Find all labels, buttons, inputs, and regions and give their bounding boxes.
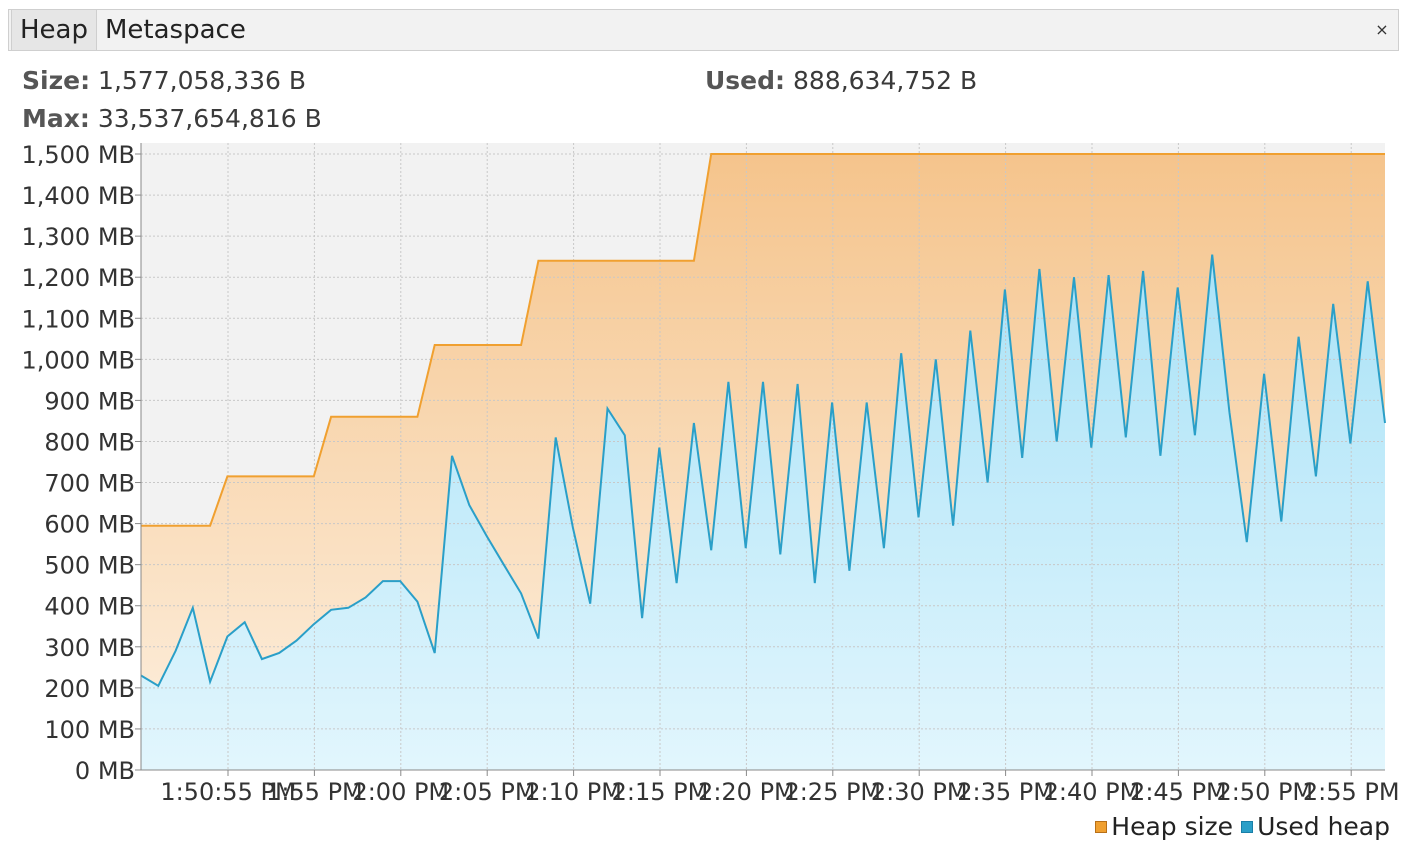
y-tick-label: 400 MB bbox=[44, 593, 135, 621]
y-tick-label: 1,300 MB bbox=[21, 223, 135, 251]
heap-chart: 0 MB 100 MB 200 MB 300 MB 400 MB 500 MB 600 MB… bbox=[21, 141, 1400, 806]
y-tick-label: 1,400 MB bbox=[21, 182, 135, 210]
legend-heap-size: Heap size bbox=[1095, 812, 1233, 841]
y-tick-label: 700 MB bbox=[44, 470, 135, 498]
y-tick-label: 1,000 MB bbox=[21, 346, 135, 374]
y-tick-label: 800 MB bbox=[44, 428, 135, 456]
x-tick-label: 2:10 PM bbox=[525, 778, 622, 806]
legend-used-heap: Used heap bbox=[1241, 812, 1390, 841]
y-tick-label: 200 MB bbox=[44, 675, 135, 703]
x-tick-label: 2:05 PM bbox=[439, 778, 536, 806]
chart-legend: Heap size Used heap bbox=[1087, 812, 1390, 841]
y-tick-label: 100 MB bbox=[44, 716, 135, 744]
y-tick-label: 1,200 MB bbox=[21, 264, 135, 292]
x-tick-label: 2:40 PM bbox=[1044, 778, 1141, 806]
x-tick-label: 2:35 PM bbox=[957, 778, 1054, 806]
x-tick-label: 1:55 PM bbox=[266, 778, 363, 806]
x-tick-label: 2:25 PM bbox=[784, 778, 881, 806]
y-tick-label: 0 MB bbox=[75, 757, 135, 785]
legend-used-heap-swatch bbox=[1241, 820, 1254, 833]
y-tick-label: 1,500 MB bbox=[21, 141, 135, 169]
y-tick-label: 900 MB bbox=[44, 387, 135, 415]
y-tick-label: 500 MB bbox=[44, 552, 135, 580]
y-tick-label: 600 MB bbox=[44, 511, 135, 539]
x-tick-label: 2:55 PM bbox=[1303, 778, 1400, 806]
legend-used-heap-label: Used heap bbox=[1257, 812, 1390, 841]
x-tick-label: 2:50 PM bbox=[1216, 778, 1313, 806]
legend-heap-size-label: Heap size bbox=[1111, 812, 1234, 841]
x-tick-label: 2:30 PM bbox=[871, 778, 968, 806]
legend-heap-size-swatch bbox=[1095, 820, 1108, 833]
y-tick-label: 300 MB bbox=[44, 634, 135, 662]
y-tick-label: 1,100 MB bbox=[21, 305, 135, 333]
x-tick-label: 2:20 PM bbox=[698, 778, 795, 806]
x-tick-label: 2:15 PM bbox=[612, 778, 709, 806]
x-tick-label: 2:00 PM bbox=[352, 778, 449, 806]
x-tick-label: 2:45 PM bbox=[1130, 778, 1227, 806]
